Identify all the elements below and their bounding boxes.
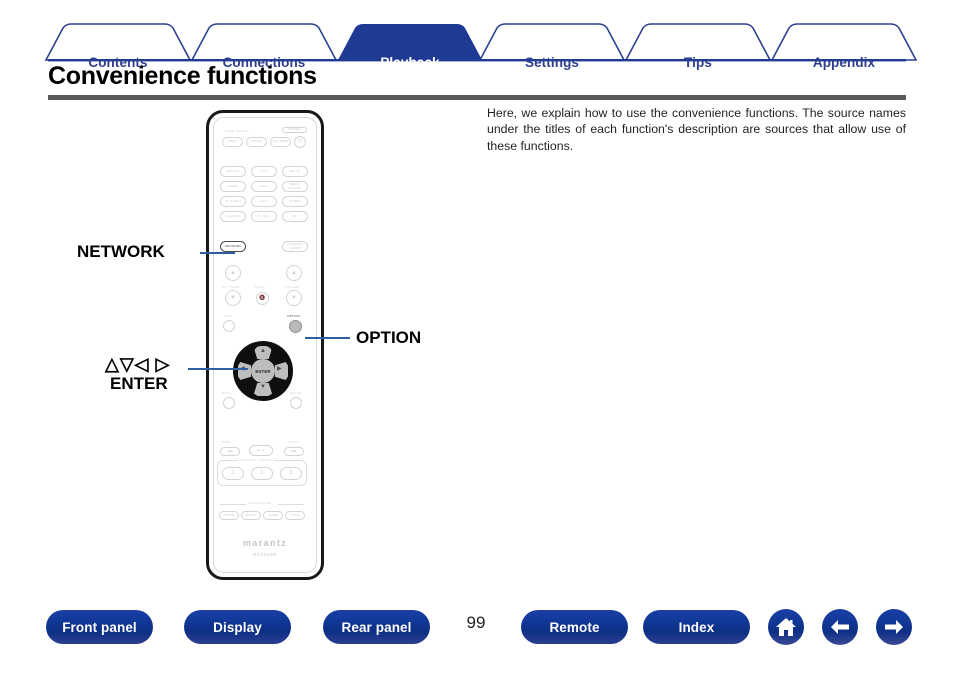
remote-button-main[interactable]: MAIN xyxy=(222,137,243,147)
remote-button-cd[interactable]: CD xyxy=(282,211,308,222)
sound-mode-rule-right xyxy=(278,504,304,505)
footer-button-front-panel[interactable]: Front panel xyxy=(46,610,153,644)
tab-playback[interactable]: Playback xyxy=(338,55,482,70)
zone-select-label: ZONE SELECT xyxy=(225,129,249,133)
footer-back-button[interactable] xyxy=(822,609,858,645)
callout-cursor: △▽◁ ▷ xyxy=(105,354,171,374)
tab-appendix[interactable]: Appendix xyxy=(772,55,916,70)
favorite-button-2[interactable]: 2 xyxy=(251,467,273,480)
title-divider xyxy=(48,95,906,100)
ch-page-down-button[interactable]: ▼ xyxy=(225,290,241,306)
remote-button-mxport[interactable]: M-XPort xyxy=(251,211,277,222)
tune-plus-label: TUNE + xyxy=(288,440,301,444)
remote-button-internet-radio[interactable]: INTERNET RADIO xyxy=(282,241,308,252)
dpad-down-arrow-icon: ▼ xyxy=(260,384,266,390)
enter-button[interactable]: ENTER xyxy=(251,359,275,383)
callout-enter-leader xyxy=(188,368,248,370)
ch-page-label: CH / PAGE xyxy=(222,285,240,289)
remote-button-zone2[interactable]: ZONE2 xyxy=(246,137,267,147)
footer-forward-button[interactable] xyxy=(876,609,912,645)
ch-page-up-button[interactable]: ▲ xyxy=(225,265,241,281)
remote-button-network[interactable]: NETWORK xyxy=(220,241,246,252)
home-icon xyxy=(776,618,796,636)
intro-paragraph: Here, we explain how to use the convenie… xyxy=(487,106,906,153)
setup-button[interactable] xyxy=(290,397,302,409)
sound-mode-movie-button[interactable]: MOVIE xyxy=(219,511,239,520)
remote-control-illustration: ZONE SELECT POWER MAIN ZONE2 ALL ZONE ⏻ … xyxy=(206,110,324,580)
remote-button-cbl-sat[interactable]: CBL/SAT xyxy=(220,166,246,177)
brand-logo: marantz xyxy=(242,538,288,548)
tab-bar: Contents Connections Playback Settings T… xyxy=(0,22,954,70)
sound-mode-game-button[interactable]: GAME xyxy=(263,511,283,520)
favorite-button-1[interactable]: 1 xyxy=(222,467,244,480)
power-label: POWER xyxy=(282,127,307,133)
dpad-right-arrow-icon: ▶ xyxy=(277,366,282,372)
option-label: OPTION xyxy=(287,314,301,318)
callout-enter: ENTER xyxy=(110,374,168,393)
dpad[interactable]: ▲ ▼ ◀ ▶ ENTER xyxy=(233,341,293,401)
tab-settings[interactable]: Settings xyxy=(480,55,624,70)
remote-button-tv-audio[interactable]: TV AUDIO xyxy=(220,196,246,207)
remote-button-dvd[interactable]: DVD xyxy=(251,166,277,177)
tab-tips[interactable]: Tips xyxy=(626,55,770,70)
favorite-button-3[interactable]: 3 xyxy=(280,467,302,480)
callout-network: NETWORK xyxy=(77,242,165,261)
remote-button-tuner[interactable]: TUNER xyxy=(282,196,308,207)
info-label: INFO xyxy=(224,314,233,318)
tune-minus-label: TUNE − xyxy=(221,440,234,444)
model-number: RC021SR xyxy=(253,552,277,557)
remote-button-aux1[interactable]: AUX1 xyxy=(251,181,277,192)
info-button[interactable] xyxy=(223,320,235,332)
remote-button-ipod-usb[interactable]: iPod/USB xyxy=(220,211,246,222)
callout-option: OPTION xyxy=(356,328,422,347)
sound-mode-pure-button[interactable]: PURE xyxy=(285,511,305,520)
back-button[interactable] xyxy=(223,397,235,409)
sound-mode-label: SOUND MODE xyxy=(248,501,272,505)
sound-mode-music-button[interactable]: MUSIC xyxy=(241,511,261,520)
volume-label: VOLUME xyxy=(285,285,300,289)
arrow-left-icon xyxy=(831,620,849,634)
callout-network-leader xyxy=(200,252,235,254)
remote-button-game[interactable]: GAME xyxy=(220,181,246,192)
footer-home-button[interactable] xyxy=(768,609,804,645)
setup-label: SETUP xyxy=(290,391,302,395)
volume-down-button[interactable]: ▼ xyxy=(286,290,302,306)
remote-button-media-player[interactable]: MEDIA PLAYER xyxy=(282,181,308,192)
footer-button-display[interactable]: Display xyxy=(184,610,291,644)
remote-button-allzone[interactable]: ALL ZONE xyxy=(270,137,291,147)
page-title: Convenience functions xyxy=(48,62,317,90)
favorite-station-label: FAVORITE STATION xyxy=(238,458,275,462)
power-button[interactable]: ⏻ xyxy=(294,136,306,148)
sound-mode-rule-left xyxy=(220,504,246,505)
skip-previous-button[interactable]: ◀◀ xyxy=(220,447,240,456)
callout-option-leader xyxy=(305,337,350,339)
footer-button-remote[interactable]: Remote xyxy=(521,610,628,644)
remote-button-bluray[interactable]: Blu-ray xyxy=(282,166,308,177)
page-number: 99 xyxy=(466,613,486,632)
play-pause-button[interactable]: ▶ / Ⅱ xyxy=(249,445,273,456)
back-label: BACK xyxy=(222,391,232,395)
volume-up-button[interactable]: ▲ xyxy=(286,265,302,281)
mute-label: MUTE xyxy=(255,285,265,289)
arrow-right-icon xyxy=(885,620,903,634)
remote-button-aux2[interactable]: AUX2 xyxy=(251,196,277,207)
dpad-up-arrow-icon: ▲ xyxy=(260,348,266,354)
mute-button[interactable]: 🔇 xyxy=(256,292,269,305)
footer-button-index[interactable]: Index xyxy=(643,610,750,644)
skip-next-button[interactable]: ▶▶ xyxy=(284,447,304,456)
footer-button-rear-panel[interactable]: Rear panel xyxy=(323,610,430,644)
option-button[interactable] xyxy=(289,320,302,333)
